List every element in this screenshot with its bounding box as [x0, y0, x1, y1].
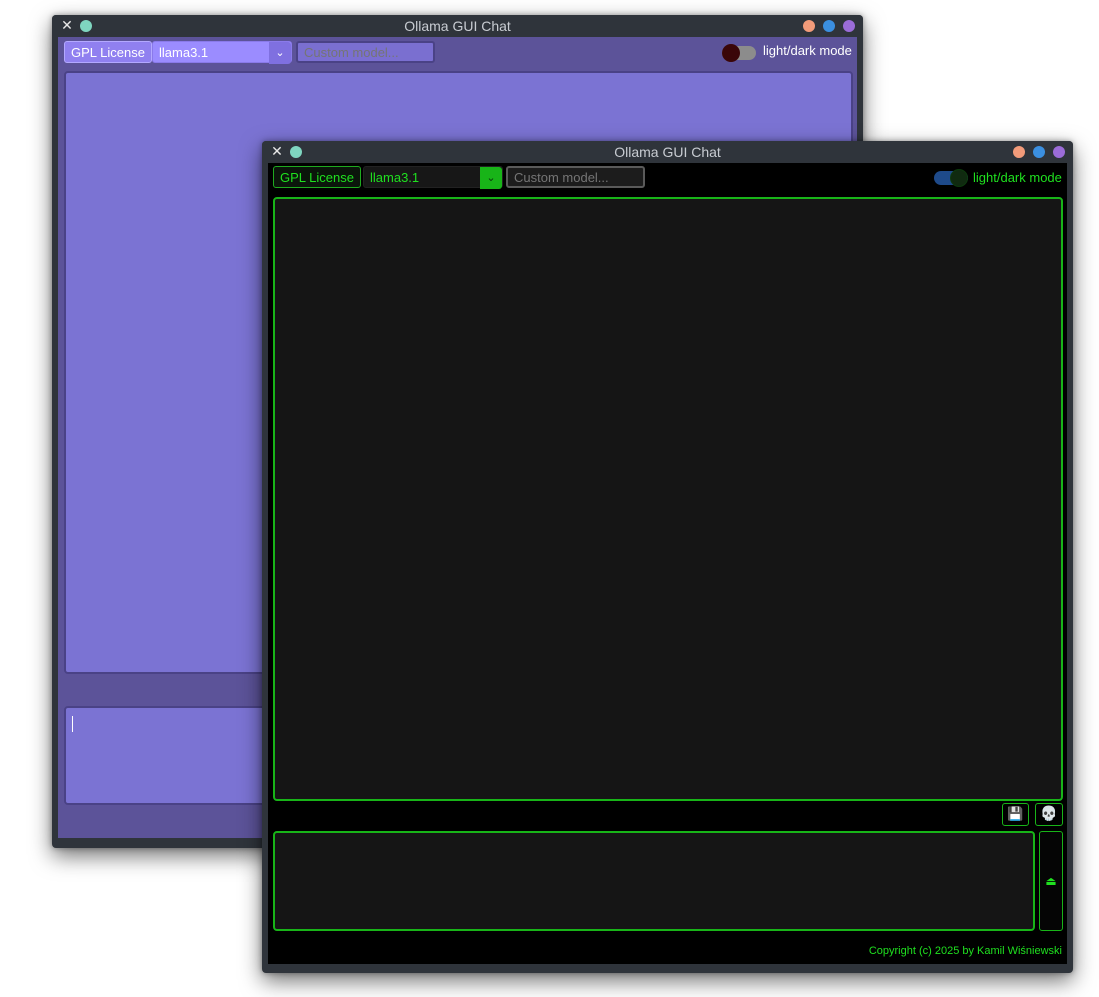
minimize-icon[interactable]: [1013, 146, 1025, 158]
close-window-icon[interactable]: [1053, 146, 1065, 158]
toggle-knob[interactable]: [722, 44, 740, 62]
pin-icon[interactable]: [80, 20, 92, 32]
close-window-icon[interactable]: [843, 20, 855, 32]
model-select-value: llama3.1: [159, 45, 209, 60]
gpl-license-button[interactable]: GPL License: [64, 41, 152, 63]
toggle-knob[interactable]: [950, 169, 968, 187]
chat-history[interactable]: [273, 197, 1063, 801]
gpl-license-button[interactable]: GPL License: [273, 166, 361, 188]
close-icon[interactable]: ✕: [60, 19, 74, 33]
model-select-value: llama3.1: [370, 170, 420, 185]
theme-toggle[interactable]: [722, 44, 756, 62]
title-bar[interactable]: ✕ Ollama GUI Chat: [52, 15, 863, 37]
custom-model-input[interactable]: [506, 166, 645, 188]
text-caret: [72, 716, 73, 732]
theme-toggle-label: light/dark mode: [973, 170, 1062, 185]
custom-model-input[interactable]: [296, 41, 435, 63]
window-title: Ollama GUI Chat: [614, 144, 721, 160]
model-select[interactable]: llama3.1 ⌄: [363, 166, 503, 189]
minimize-icon[interactable]: [803, 20, 815, 32]
dark-mode-window: ✕ Ollama GUI Chat GPL License llama3.1 ⌄…: [262, 141, 1073, 973]
skull-icon[interactable]: 💀: [1035, 803, 1063, 826]
pin-icon[interactable]: [290, 146, 302, 158]
copyright-text: Copyright (c) 2025 by Kamil Wiśniewski: [868, 945, 1062, 957]
maximize-icon[interactable]: [823, 20, 835, 32]
theme-toggle[interactable]: [934, 169, 968, 187]
window-title: Ollama GUI Chat: [404, 18, 511, 34]
send-icon[interactable]: ⏏: [1039, 831, 1063, 931]
chevron-down-icon[interactable]: ⌄: [269, 42, 291, 64]
floppy-disk-icon[interactable]: 💾: [1002, 803, 1029, 826]
chevron-down-icon[interactable]: ⌄: [480, 167, 502, 189]
model-select[interactable]: llama3.1 ⌄: [152, 41, 292, 64]
window-content: GPL License llama3.1 ⌄ light/dark mode 💾…: [268, 163, 1067, 964]
theme-toggle-label: light/dark mode: [763, 43, 852, 58]
title-bar[interactable]: ✕ Ollama GUI Chat: [262, 141, 1073, 163]
close-icon[interactable]: ✕: [270, 145, 284, 159]
message-input[interactable]: [273, 831, 1035, 931]
maximize-icon[interactable]: [1033, 146, 1045, 158]
